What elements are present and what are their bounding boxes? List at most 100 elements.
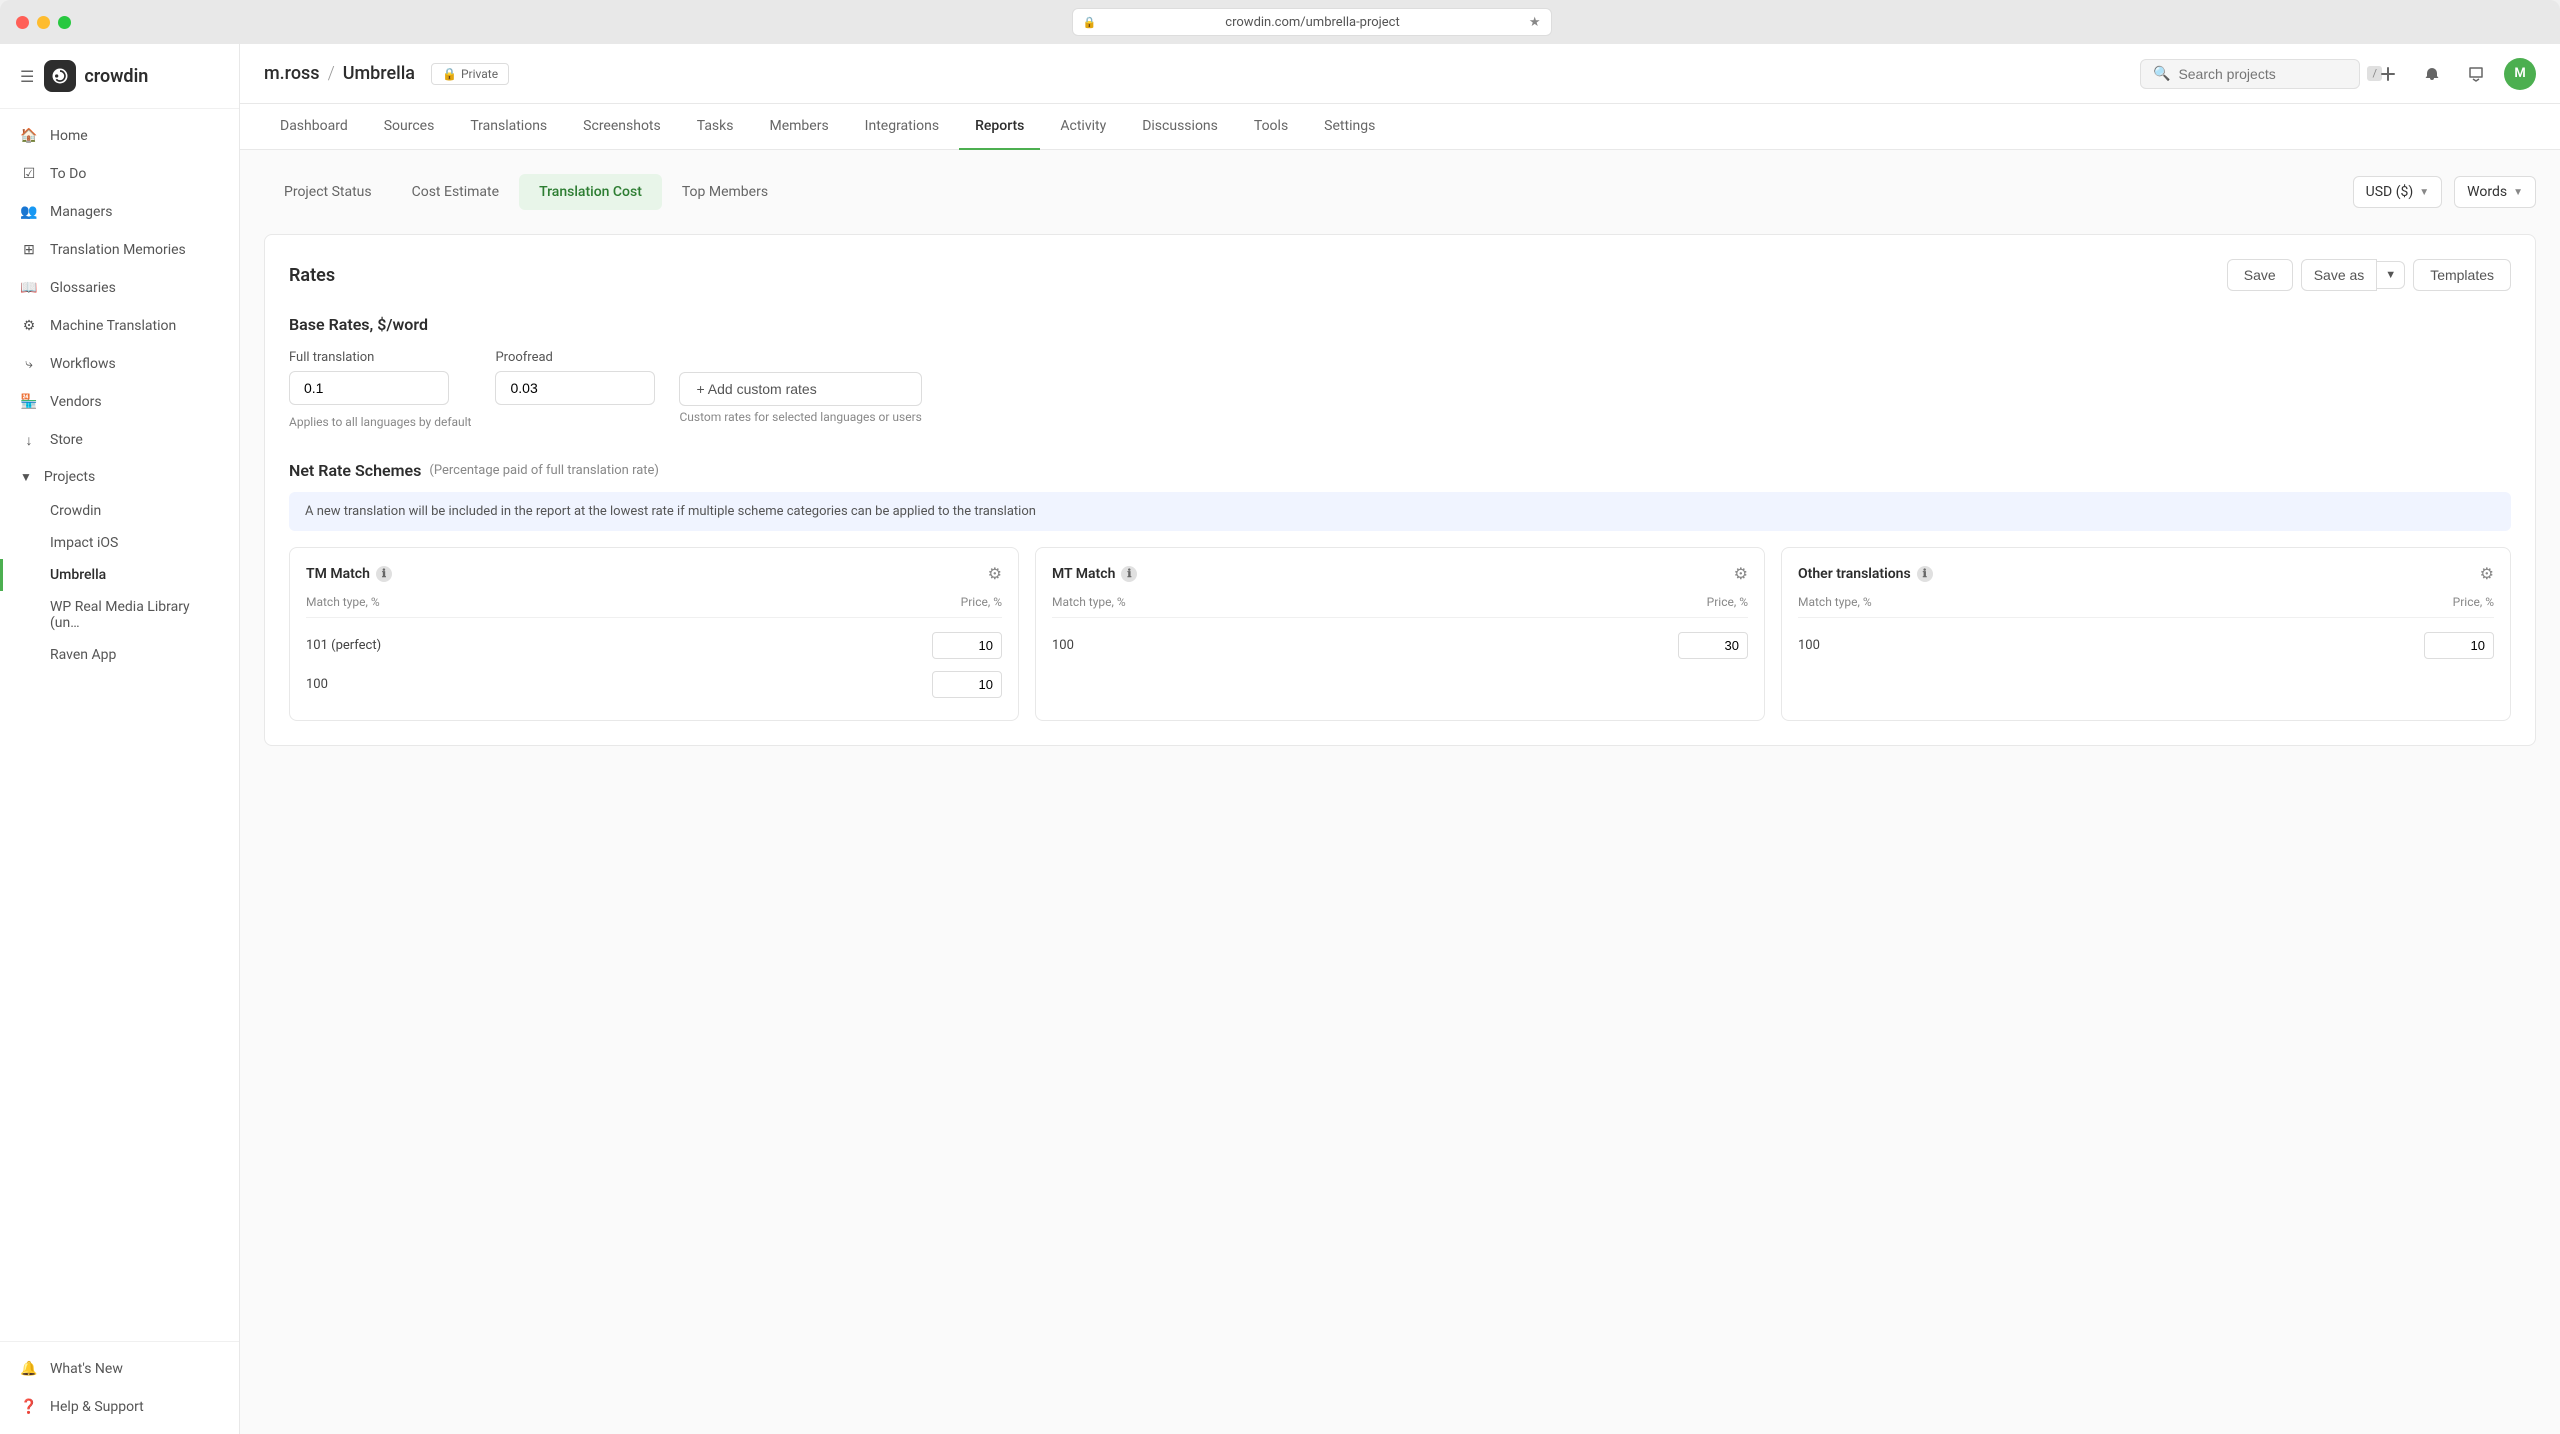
tab-members[interactable]: Members (753, 104, 844, 150)
sub-tab-top-members[interactable]: Top Members (662, 174, 788, 210)
mt-match-settings-icon[interactable]: ⚙ (1734, 564, 1748, 583)
sidebar-item-label: To Do (50, 166, 86, 182)
messages-button[interactable] (2460, 58, 2492, 90)
sub-tabs-filters: USD ($) ▼ Words ▼ (2353, 176, 2536, 208)
tab-activity[interactable]: Activity (1044, 104, 1122, 150)
mt-match-title: MT Match ℹ (1052, 566, 1137, 582)
full-translation-input[interactable] (289, 371, 449, 405)
tab-screenshots[interactable]: Screenshots (567, 104, 677, 150)
store-icon: ↓ (20, 431, 38, 449)
info-banner: A new translation will be included in th… (289, 492, 2511, 531)
sidebar-item-store[interactable]: ↓ Store (0, 421, 239, 459)
full-translation-label: Full translation (289, 350, 471, 365)
tab-settings[interactable]: Settings (1308, 104, 1391, 150)
sidebar-project-impact-ios[interactable]: Impact iOS (0, 527, 239, 559)
sidebar-project-wp-real-media[interactable]: WP Real Media Library (un… (0, 591, 239, 639)
sub-tab-cost-estimate[interactable]: Cost Estimate (392, 174, 519, 210)
hamburger-icon[interactable]: ☰ (20, 67, 34, 86)
add-custom-rates-button[interactable]: + Add custom rates (679, 372, 921, 406)
tab-sources[interactable]: Sources (368, 104, 451, 150)
other-translations-settings-icon[interactable]: ⚙ (2480, 564, 2494, 583)
tab-tools[interactable]: Tools (1238, 104, 1304, 150)
sidebar-item-label: Machine Translation (50, 318, 176, 334)
sidebar-item-managers[interactable]: 👥 Managers (0, 193, 239, 231)
other-translations-info-icon[interactable]: ℹ (1917, 566, 1933, 582)
sidebar-item-whats-new[interactable]: 🔔 What's New (0, 1350, 239, 1388)
workflows-icon: ⤷ (20, 355, 38, 373)
help-icon: ❓ (20, 1398, 38, 1416)
unit-value: Words (2467, 184, 2507, 200)
tm-match-info-icon[interactable]: ℹ (376, 566, 392, 582)
tab-tasks[interactable]: Tasks (681, 104, 750, 150)
full-translation-field: Full translation Applies to all language… (289, 350, 471, 429)
user-avatar[interactable]: M (2504, 58, 2536, 90)
templates-button[interactable]: Templates (2413, 259, 2511, 291)
tab-translations[interactable]: Translations (454, 104, 563, 150)
unit-select[interactable]: Words ▼ (2454, 176, 2536, 208)
sidebar-project-umbrella[interactable]: Umbrella (0, 559, 239, 591)
net-rate-header: Net Rate Schemes (Percentage paid of ful… (289, 461, 2511, 480)
close-button[interactable] (16, 16, 29, 29)
other-translations-row-0: 100 (1798, 626, 2494, 665)
search-input[interactable] (2178, 66, 2359, 82)
maximize-button[interactable] (58, 16, 71, 29)
sidebar-item-todo[interactable]: ☑ To Do (0, 155, 239, 193)
brand-logo[interactable]: crowdin (44, 60, 148, 92)
search-box[interactable]: 🔍 / (2140, 59, 2360, 89)
sidebar-item-vendors[interactable]: 🏪 Vendors (0, 383, 239, 421)
private-label: Private (461, 67, 498, 81)
custom-note: Custom rates for selected languages or u… (679, 410, 921, 424)
mt-match-row-0-input[interactable] (1678, 632, 1748, 659)
other-translations-row-0-input[interactable] (2424, 632, 2494, 659)
net-rate-title: Net Rate Schemes (289, 461, 421, 480)
main-content: m.ross / Umbrella 🔒 Private 🔍 / (240, 44, 2560, 1434)
sub-tab-project-status[interactable]: Project Status (264, 174, 392, 210)
chevron-down-icon: ▼ (2419, 187, 2429, 198)
sidebar-item-label: Managers (50, 204, 112, 220)
tm-match-settings-icon[interactable]: ⚙ (988, 564, 1002, 583)
proofread-input[interactable] (495, 371, 655, 405)
tab-discussions[interactable]: Discussions (1126, 104, 1234, 150)
sub-tabs-row: Project Status Cost Estimate Translation… (264, 174, 2536, 210)
base-rates-section: Base Rates, $/word Full translation Appl… (289, 315, 2511, 429)
save-button[interactable]: Save (2227, 259, 2293, 291)
projects-label: Projects (44, 469, 95, 485)
net-rate-section: Net Rate Schemes (Percentage paid of ful… (289, 461, 2511, 721)
sidebar-item-workflows[interactable]: ⤷ Workflows (0, 345, 239, 383)
sidebar-item-home[interactable]: 🏠 Home (0, 117, 239, 155)
tm-icon: ⊞ (20, 241, 38, 259)
mt-match-info-icon[interactable]: ℹ (1121, 566, 1137, 582)
tab-dashboard[interactable]: Dashboard (264, 104, 364, 150)
card-actions: Save Save as ▼ Templates (2227, 259, 2511, 291)
sub-tab-translation-cost[interactable]: Translation Cost (519, 174, 662, 210)
notifications-button[interactable] (2416, 58, 2448, 90)
sidebar-item-glossaries[interactable]: 📖 Glossaries (0, 269, 239, 307)
projects-section-toggle[interactable]: ▼ Projects (0, 459, 239, 495)
sidebar-project-raven-app[interactable]: Raven App (0, 639, 239, 671)
tm-match-row-0-input[interactable] (932, 632, 1002, 659)
projects-list: Crowdin Impact iOS Umbrella WP Real Medi… (0, 495, 239, 671)
sidebar-project-crowdin[interactable]: Crowdin (0, 495, 239, 527)
currency-select[interactable]: USD ($) ▼ (2353, 176, 2443, 208)
vendors-icon: 🏪 (20, 393, 38, 411)
sidebar-item-translation-memories[interactable]: ⊞ Translation Memories (0, 231, 239, 269)
brand-name: crowdin (84, 66, 148, 87)
sidebar-bottom: 🔔 What's New ❓ Help & Support (0, 1341, 239, 1434)
app-container: ☰ crowdin 🏠 Home ☑ To Do (0, 44, 2560, 1434)
sidebar-item-help-support[interactable]: ❓ Help & Support (0, 1388, 239, 1426)
tab-integrations[interactable]: Integrations (849, 104, 955, 150)
tab-reports[interactable]: Reports (959, 104, 1040, 150)
bookmark-icon[interactable]: ★ (1529, 15, 1541, 30)
todo-icon: ☑ (20, 165, 38, 183)
tm-match-row-0: 101 (perfect) (306, 626, 1002, 665)
save-as-button[interactable]: Save as (2301, 259, 2378, 291)
save-as-dropdown-button[interactable]: ▼ (2377, 261, 2405, 289)
private-badge: 🔒 Private (431, 63, 509, 85)
mt-match-row-0: 100 (1052, 626, 1748, 665)
mt-match-header: MT Match ℹ ⚙ (1052, 564, 1748, 583)
sidebar-item-machine-translation[interactable]: ⚙ Machine Translation (0, 307, 239, 345)
tm-match-row-1-input[interactable] (932, 671, 1002, 698)
base-rates-title: Base Rates, $/word (289, 315, 2511, 334)
add-button[interactable] (2372, 58, 2404, 90)
minimize-button[interactable] (37, 16, 50, 29)
